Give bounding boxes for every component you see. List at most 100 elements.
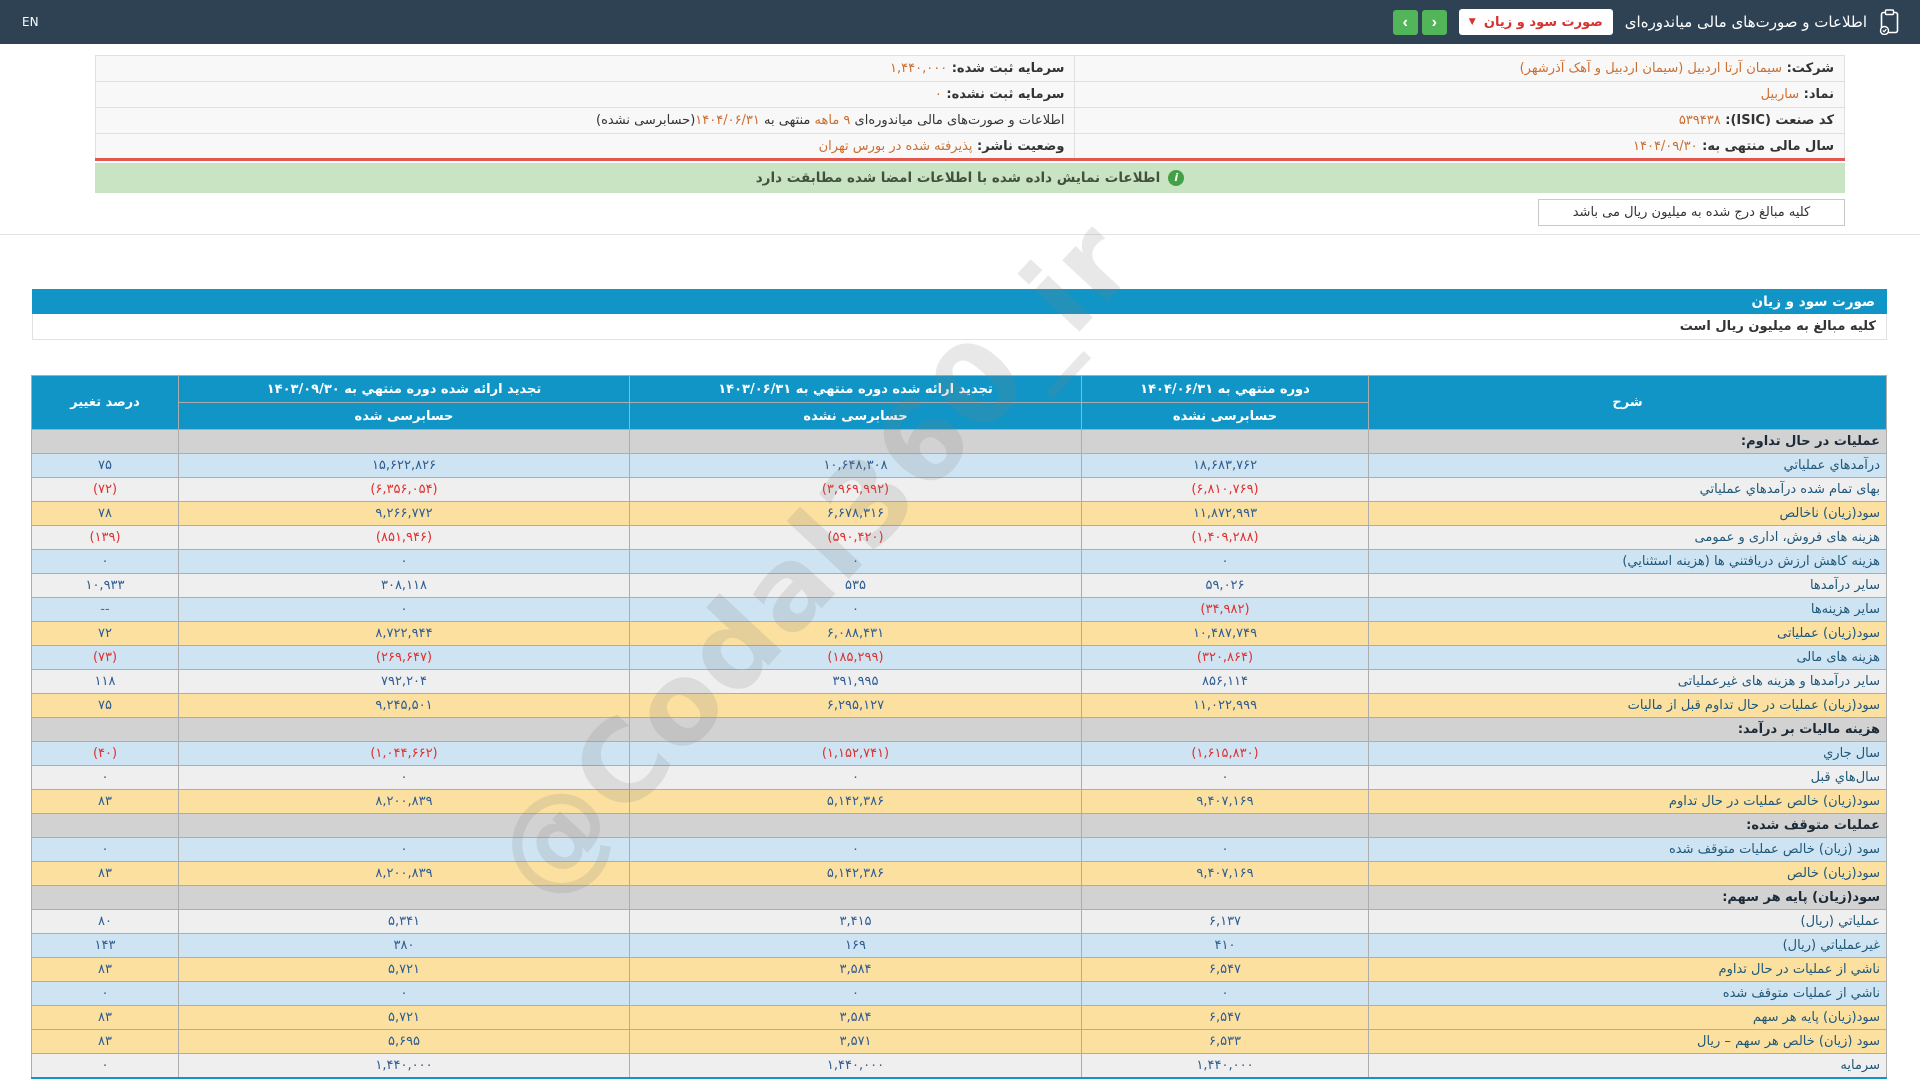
row-value: ۰ [629,837,1082,862]
row-value: ۷۲ [31,621,179,646]
report-type-selected: صورت سود و زیان [1483,14,1603,30]
row-value: ۹,۴۰۷,۱۶۹ [1081,861,1369,886]
row-description: سال جاري [1368,741,1887,766]
statement-header: شرح دوره منتهي به ۱۴۰۴/۰۶/۳۱ تجدید ارائه… [31,375,1887,430]
row-value: ۵,۱۴۲,۳۸۶ [629,789,1082,814]
row-value: (۵۹۰,۴۲۰) [629,525,1082,550]
row-description: سرمایه [1368,1053,1887,1079]
statement-title-bar: صورت سود و زیان [32,289,1887,314]
row-value: (۱,۴۰۹,۲۸۸) [1081,525,1369,550]
col-header-current-period: دوره منتهي به ۱۴۰۴/۰۶/۳۱ [1081,375,1369,403]
statement-row: سال‌هاي قبل ۰ ۰ ۰ ۰ [31,765,1887,790]
statement-row: سایر درآمدها و هزینه های غیرعملیاتی ۸۵۶,۱… [31,669,1887,694]
statement-row: غیرعملياتي (ريال) ۴۱۰ ۱۶۹ ۳۸۰ ۱۴۳ [31,933,1887,958]
row-value: ۱,۴۴۰,۰۰۰ [178,1053,630,1079]
row-description: هزینه های مالی [1368,645,1887,670]
row-value: ۱۰,۹۳۳ [31,573,179,598]
company-info-cell: سال مالی منتهی به: ۱۴۰۴/۰۹/۳۰ [1074,133,1845,160]
row-description: سود(زیان) پایه هر سهم: [1368,885,1887,910]
row-value: ۵,۳۴۱ [178,909,630,934]
row-value: ۵۹,۰۲۶ [1081,573,1369,598]
statement-row: هزینه های مالی (۳۲۰,۸۶۴) (۱۸۵,۲۹۹) (۲۶۹,۶۴۷… [31,645,1887,670]
row-value: ۵,۷۲۱ [178,1005,630,1030]
statement-section-row: عملیات در حال تداوم: [31,429,1887,454]
row-value: -- [31,597,179,622]
row-value: (۳,۹۶۹,۹۹۲) [629,477,1082,502]
row-value: ۰ [1081,981,1369,1006]
row-value: (۱,۱۵۲,۷۴۱) [629,741,1082,766]
company-info-cell: نماد: ساربیل [1074,81,1845,108]
row-value: ۹,۴۰۷,۱۶۹ [1081,789,1369,814]
row-value: ۱۵,۶۲۲,۸۲۶ [178,453,630,478]
row-value: ۰ [178,597,630,622]
row-description: سود (زیان) خالص عملیات متوقف شده [1368,837,1887,862]
statement-row: ناشي از عملیات متوقف شده ۰ ۰ ۰ ۰ [31,981,1887,1006]
report-type-dropdown[interactable]: صورت سود و زیان ▼ [1458,9,1613,35]
signature-match-notice: i اطلاعات نمایش داده شده با اطلاعات امضا… [95,163,1845,193]
row-description: ناشي از عملیات در حال تداوم [1368,957,1887,982]
row-description: غیرعملياتي (ريال) [1368,933,1887,958]
row-value: ۰ [629,981,1082,1006]
row-value: ۴۱۰ [1081,933,1369,958]
col-header-description: شرح [1368,375,1887,430]
col-subheader-prior-audit: حسابرسی نشده [629,402,1082,430]
row-value: ۰ [178,765,630,790]
row-value: ۱۰,۶۴۸,۳۰۸ [629,453,1082,478]
language-switch-en[interactable]: EN [22,15,39,29]
statement-row: سود(زیان) ناخالص ۱۱,۸۷۲,۹۹۳ ۶,۶۷۸,۳۱۶ ۹,۲۶۶… [31,501,1887,526]
row-value: ۳,۵۸۴ [629,1005,1082,1030]
row-description: سود (زیان) خالص هر سهم – ریال [1368,1029,1887,1054]
nav-back-button[interactable]: ‹ [1421,9,1447,35]
col-subheader-annual-audit: حسابرسی شده [178,402,630,430]
row-value [629,717,1082,742]
row-description: درآمدهاي عملياتي [1368,453,1887,478]
row-value: ۰ [178,549,630,574]
row-description: سود(زیان) خالص عملیات در حال تداوم [1368,789,1887,814]
row-value: ۶,۰۸۸,۴۳۱ [629,621,1082,646]
row-value: (۳۲۰,۸۶۴) [1081,645,1369,670]
row-value: ۱,۴۴۰,۰۰۰ [629,1053,1082,1079]
row-value: (۱۳۹) [31,525,179,550]
row-value: ۷۹۲,۲۰۴ [178,669,630,694]
company-info-body: شرکت: سیمان آرتا اردبیل (سیمان اردبیل و … [94,55,1845,160]
statement-row: سود (زیان) خالص عملیات متوقف شده ۰ ۰ ۰ ۰ [31,837,1887,862]
row-value: ۱۴۳ [31,933,179,958]
info-icon: i [1168,170,1185,186]
row-description: بهای تمام شده درآمدهاي عملياتي [1368,477,1887,502]
section-divider [0,234,1920,235]
statement-row: سایر درآمدها ۵۹,۰۲۶ ۵۳۵ ۳۰۸,۱۱۸ ۱۰,۹۳۳ [31,573,1887,598]
statement-row: سود(زیان) خالص ۹,۴۰۷,۱۶۹ ۵,۱۴۲,۳۸۶ ۸,۲۰۰,۸۳… [31,861,1887,886]
row-value: ۰ [31,981,179,1006]
row-value: (۷۳) [31,645,179,670]
row-value [629,813,1082,838]
row-description: سال‌هاي قبل [1368,765,1887,790]
company-info-table: شرکت: سیمان آرتا اردبیل (سیمان اردبیل و … [94,55,1845,161]
row-description: سایر درآمدها و هزینه های غیرعملیاتی [1368,669,1887,694]
row-value: ۷۸ [31,501,179,526]
row-value: ۰ [31,837,179,862]
row-value: (۶,۸۱۰,۷۶۹) [1081,477,1369,502]
signature-match-text: اطلاعات نمایش داده شده با اطلاعات امضا ش… [755,170,1161,186]
statement-row: سود(زیان) عملیات در حال تداوم قبل از مال… [31,693,1887,718]
row-description: سود(زیان) عملیاتی [1368,621,1887,646]
company-info-cell: وضعیت ناشر: پذیرفته شده در بورس تهران [94,133,1076,160]
row-description: عملیات در حال تداوم: [1368,429,1887,454]
row-value: ۵,۶۹۵ [178,1029,630,1054]
row-value [178,429,630,454]
statement-row: سال جاري (۱,۶۱۵,۸۳۰) (۱,۱۵۲,۷۴۱) (۱,۰۴۴,۶۶۲… [31,741,1887,766]
statement-row: هزینه های فروش، اداری و عمومی (۱,۴۰۹,۲۸۸)… [31,525,1887,550]
statement-row: بهای تمام شده درآمدهاي عملياتي (۶,۸۱۰,۷۶۹… [31,477,1887,502]
company-info-cell: کد صنعت (ISIC): ۵۳۹۴۳۸ [1074,107,1845,134]
nav-forward-button[interactable]: › [1392,9,1418,35]
page-title: اطلاعات و صورت‌های مالی میاندوره‌ای [1624,13,1867,31]
row-value: ۱۶۹ [629,933,1082,958]
row-value: ۵۳۵ [629,573,1082,598]
row-value: ۸۰ [31,909,179,934]
row-value: ۰ [31,1053,179,1079]
row-description: هزینه های فروش، اداری و عمومی [1368,525,1887,550]
row-value [629,885,1082,910]
row-description: سود(زیان) خالص [1368,861,1887,886]
row-description: سایر درآمدها [1368,573,1887,598]
row-value: (۳۴,۹۸۲) [1081,597,1369,622]
row-value: (۱,۰۴۴,۶۶۲) [178,741,630,766]
